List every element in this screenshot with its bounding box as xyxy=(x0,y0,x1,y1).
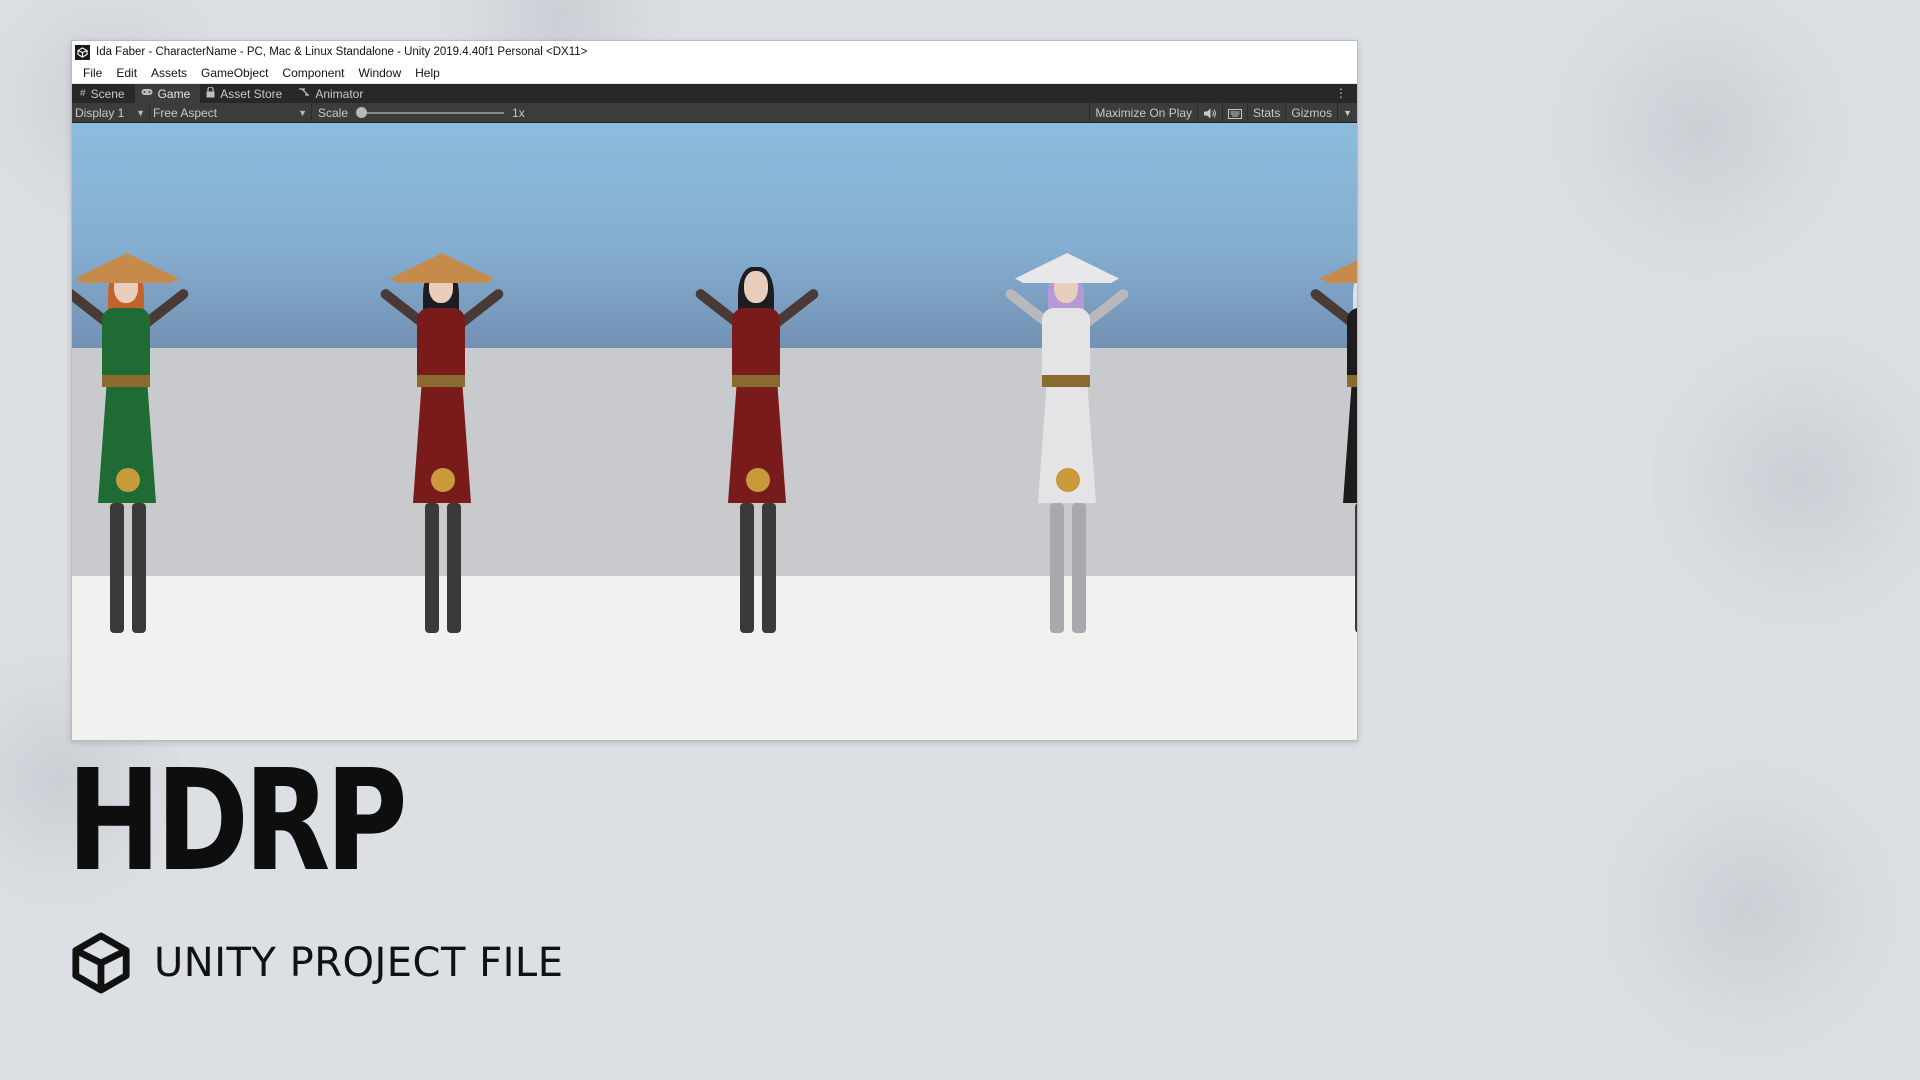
tab-game-label: Game xyxy=(157,86,191,101)
character-green xyxy=(72,253,192,653)
character-boot-left xyxy=(1355,503,1357,633)
character-red xyxy=(347,253,507,653)
scale-label: Scale xyxy=(318,105,349,120)
gizmos-dropdown-icon[interactable]: ▼ xyxy=(1337,103,1357,123)
animator-icon xyxy=(298,87,310,100)
lock-icon xyxy=(206,85,215,101)
chevron-down-icon: ▼ xyxy=(298,107,307,118)
character-hat xyxy=(1015,253,1119,283)
character-belt xyxy=(417,375,465,387)
character-boot-left xyxy=(110,503,124,633)
mute-audio-button[interactable] xyxy=(1197,103,1222,123)
character-torso xyxy=(1347,308,1357,383)
unity-project-file-label: UNITY PROJECT FILE xyxy=(70,932,564,994)
character-belt xyxy=(1347,375,1357,387)
character-head xyxy=(744,271,768,303)
aspect-dropdown[interactable]: Free Aspect ▼ xyxy=(150,102,312,123)
character-emblem xyxy=(116,468,140,492)
tab-game[interactable]: Game xyxy=(134,84,201,103)
character-hat xyxy=(75,253,179,283)
character-skirt xyxy=(1343,383,1357,503)
character-hat xyxy=(1320,253,1357,283)
menu-component[interactable]: Component xyxy=(275,63,351,84)
unity-app-icon xyxy=(75,44,90,60)
character-boot-left xyxy=(425,503,439,633)
unity-logo-icon xyxy=(72,932,130,994)
hdrp-title: HDRP xyxy=(67,740,408,903)
editor-tab-bar: # Scene Game Asset Store Animator ⋮ xyxy=(72,84,1357,103)
display-dropdown-label: Display 1 xyxy=(75,105,125,120)
menu-bar: File Edit Assets GameObject Component Wi… xyxy=(72,63,1357,84)
tab-animator[interactable]: Animator xyxy=(292,84,373,103)
unity-project-file-text: UNITY PROJECT FILE xyxy=(154,940,564,986)
character-boot-right xyxy=(447,503,461,633)
character-belt xyxy=(102,375,150,387)
tab-animator-label: Animator xyxy=(315,86,364,101)
character-belt xyxy=(1042,375,1090,387)
menu-help[interactable]: Help xyxy=(408,63,447,84)
speaker-icon xyxy=(1204,108,1217,119)
scale-control: Scale 1x xyxy=(312,103,525,123)
character-boot-left xyxy=(740,503,754,633)
character-boot-right xyxy=(1072,503,1086,633)
character-white xyxy=(972,253,1132,653)
character-boot-right xyxy=(132,503,146,633)
tab-scene[interactable]: # Scene xyxy=(74,84,135,103)
character-emblem xyxy=(431,468,455,492)
gizmos-button[interactable]: Gizmos xyxy=(1285,103,1337,123)
character-torso xyxy=(732,308,780,383)
character-hat xyxy=(390,253,494,283)
game-viewport[interactable] xyxy=(72,123,1357,740)
tab-asset-store[interactable]: Asset Store xyxy=(200,84,292,103)
game-view-toolbar: Display 1 ▼ Free Aspect ▼ Scale 1x Maxim… xyxy=(72,102,1357,123)
menu-window[interactable]: Window xyxy=(351,63,408,84)
character-torso xyxy=(1042,308,1090,383)
menu-edit[interactable]: Edit xyxy=(109,63,144,84)
character-black xyxy=(1277,253,1357,653)
character-emblem xyxy=(746,468,770,492)
title-bar: Ida Faber - CharacterName - PC, Mac & Li… xyxy=(72,41,1357,63)
unity-editor-window: Ida Faber - CharacterName - PC, Mac & Li… xyxy=(71,40,1358,741)
aspect-dropdown-label: Free Aspect xyxy=(153,105,218,120)
keyboard-icon xyxy=(1228,108,1243,119)
chevron-down-icon: ▼ xyxy=(136,107,145,118)
more-options-icon[interactable]: ⋮ xyxy=(1335,86,1347,100)
menu-gameobject[interactable]: GameObject xyxy=(194,63,275,84)
grid-icon: # xyxy=(80,88,86,99)
stats-toggle[interactable] xyxy=(1222,103,1247,123)
stats-button[interactable]: Stats xyxy=(1247,103,1285,123)
menu-file[interactable]: File xyxy=(76,63,109,84)
maximize-on-play-button[interactable]: Maximize On Play xyxy=(1089,103,1197,123)
scale-value: 1x xyxy=(512,105,525,120)
menu-assets[interactable]: Assets xyxy=(144,63,194,84)
toolbar-right-group: Maximize On Play Stats Gizmos ▼ xyxy=(1089,103,1357,123)
tab-scene-label: Scene xyxy=(90,86,125,101)
character-torso xyxy=(417,308,465,383)
window-title: Ida Faber - CharacterName - PC, Mac & Li… xyxy=(96,46,588,58)
character-belt xyxy=(732,375,780,387)
tab-asset-store-label: Asset Store xyxy=(220,86,283,101)
scale-slider[interactable] xyxy=(356,106,505,118)
character-torso xyxy=(102,308,150,383)
character-boot-right xyxy=(762,503,776,633)
display-dropdown[interactable]: Display 1 ▼ xyxy=(72,102,150,123)
gamepad-icon xyxy=(141,88,153,99)
character-red xyxy=(662,253,822,653)
scale-slider-handle[interactable] xyxy=(356,106,368,118)
character-emblem xyxy=(1056,468,1080,492)
character-boot-left xyxy=(1050,503,1064,633)
